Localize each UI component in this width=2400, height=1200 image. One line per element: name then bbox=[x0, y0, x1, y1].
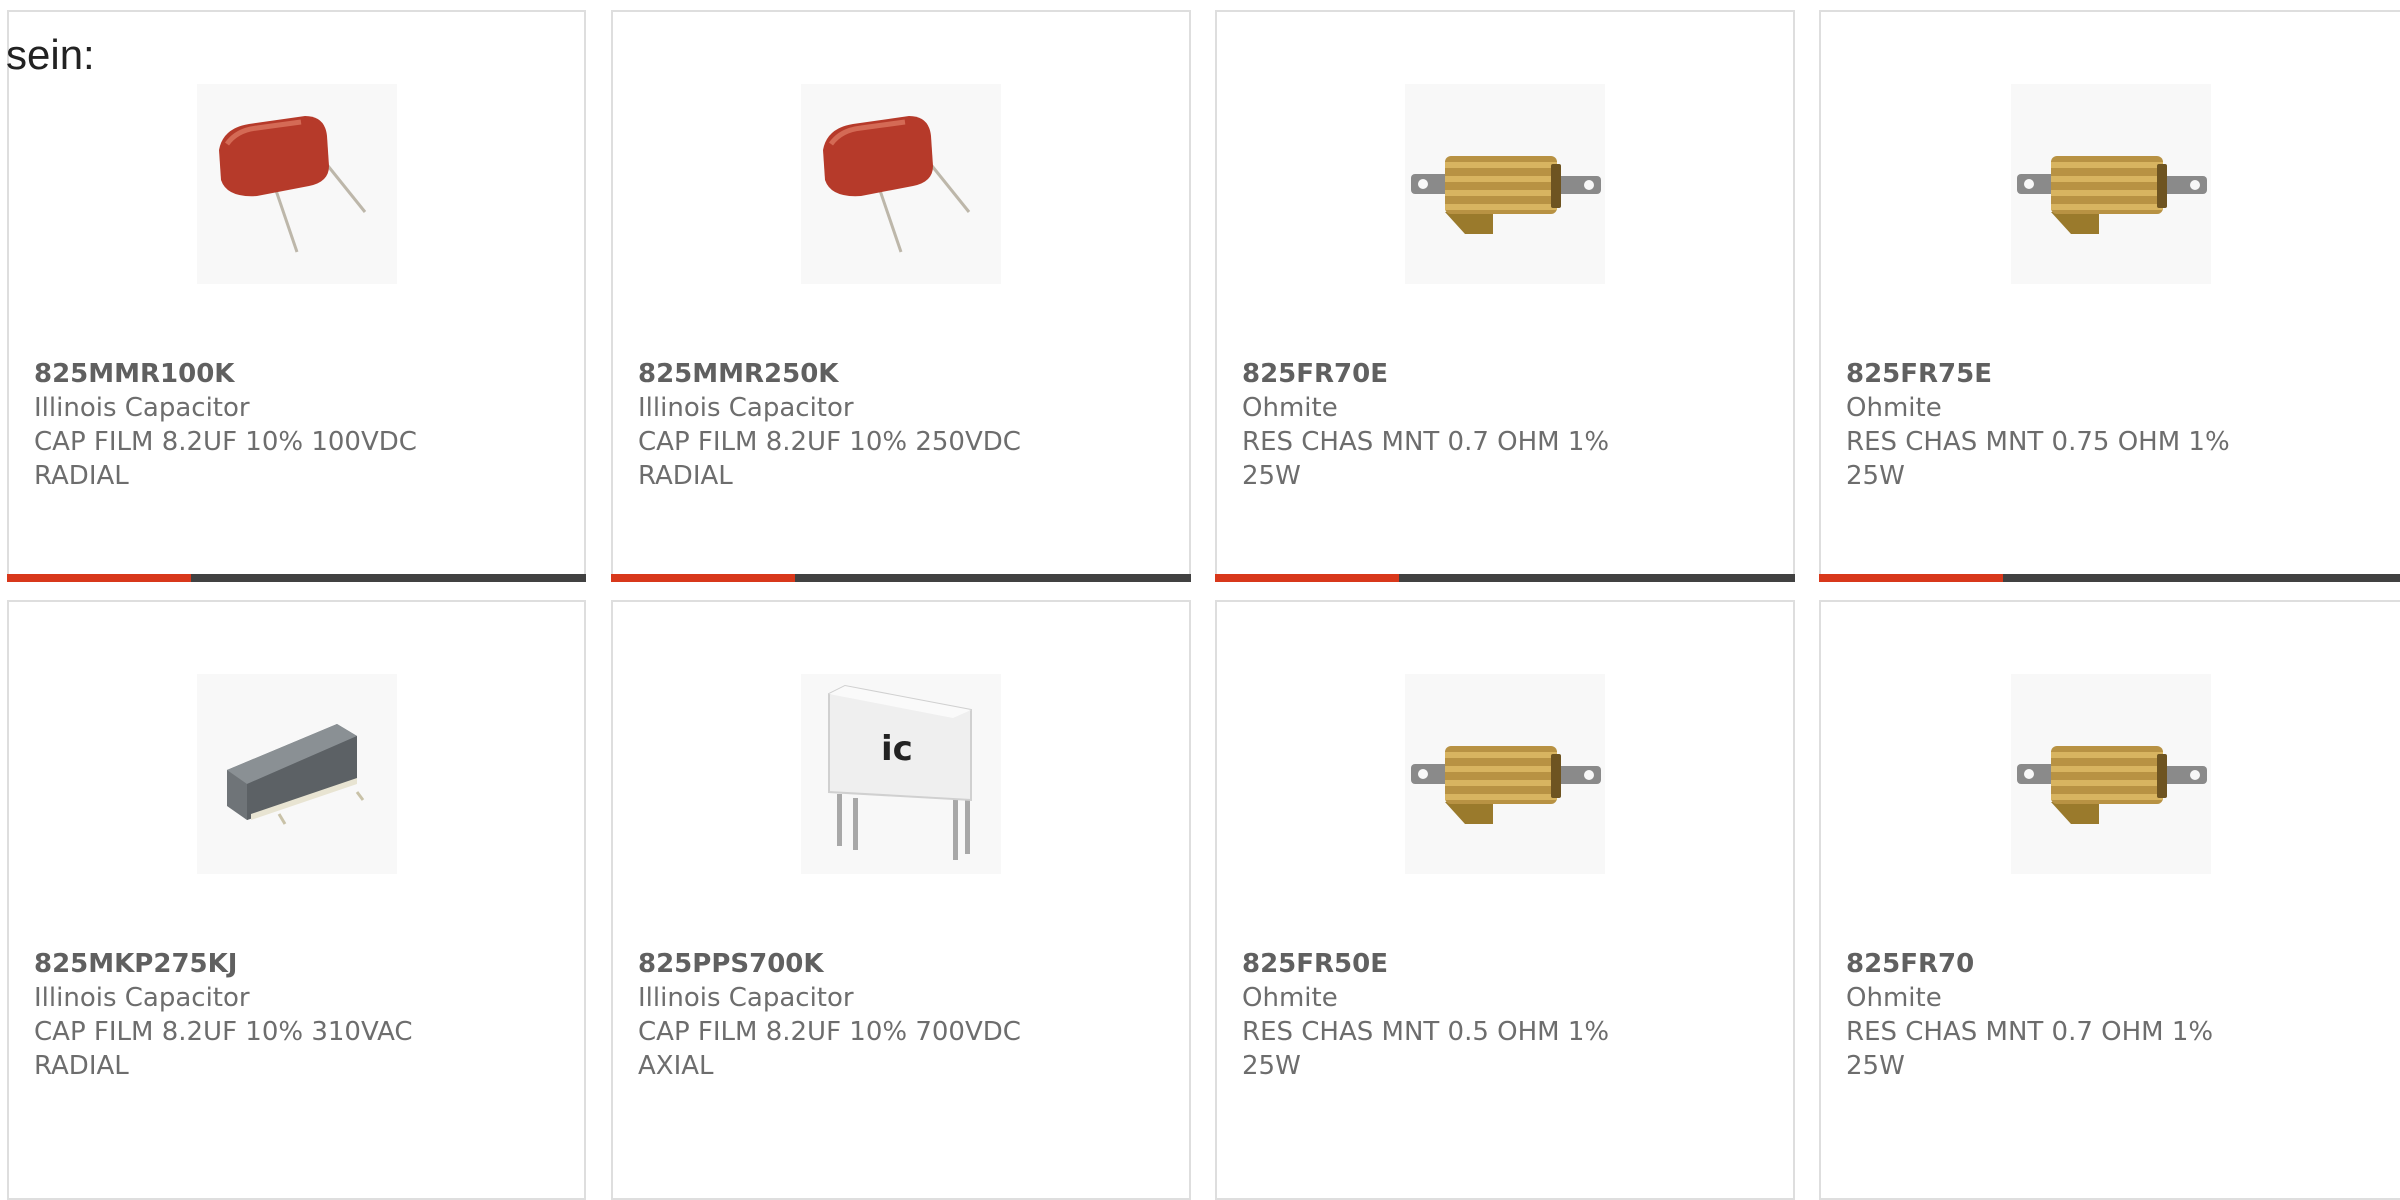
product-card[interactable]: 825FR70E Ohmite RES CHAS MNT 0.7 OHM 1% … bbox=[1215, 10, 1795, 582]
description: RES CHAS MNT 0.75 OHM 1% bbox=[1846, 427, 2230, 457]
product-card[interactable]: 825MKP275KJ Illinois Capacitor CAP FILM … bbox=[7, 600, 586, 1200]
description: RES CHAS MNT 0.7 OHM 1% bbox=[1242, 427, 1610, 457]
accent-bar bbox=[611, 574, 795, 582]
accent-bar bbox=[1215, 574, 1399, 582]
svg-text:ic: ic bbox=[881, 729, 913, 769]
manufacturer: Ohmite bbox=[1242, 393, 1338, 423]
description-line2: AXIAL bbox=[638, 1051, 714, 1081]
manufacturer: Illinois Capacitor bbox=[34, 983, 250, 1013]
part-number[interactable]: 825MMR100K bbox=[34, 357, 534, 391]
description-line2: 25W bbox=[1846, 461, 1905, 491]
manufacturer: Ohmite bbox=[1846, 983, 1942, 1013]
chassis-resistor-icon bbox=[2016, 746, 2207, 824]
description: CAP FILM 8.2UF 10% 700VDC bbox=[638, 1017, 1021, 1047]
box-capacitor-icon: ic bbox=[828, 684, 972, 860]
product-card[interactable]: 825FR70 Ohmite RES CHAS MNT 0.7 OHM 1% 2… bbox=[1819, 600, 2400, 1200]
manufacturer: Illinois Capacitor bbox=[34, 393, 250, 423]
film-capacitor-icon bbox=[823, 116, 971, 253]
part-number[interactable]: 825MKP275KJ bbox=[34, 947, 534, 981]
product-image[interactable]: ic bbox=[801, 674, 1001, 874]
description-line2: 25W bbox=[1846, 1051, 1905, 1081]
product-image[interactable] bbox=[196, 84, 397, 284]
product-image[interactable] bbox=[2010, 84, 2211, 284]
description: CAP FILM 8.2UF 10% 250VDC bbox=[638, 427, 1021, 457]
chassis-resistor-icon bbox=[1411, 156, 1601, 234]
card-bottom-bar bbox=[1819, 574, 2400, 582]
film-capacitor-icon bbox=[218, 116, 366, 253]
chassis-resistor-icon bbox=[1411, 746, 1601, 824]
description-line2: RADIAL bbox=[34, 1051, 129, 1081]
description: CAP FILM 8.2UF 10% 100VDC bbox=[34, 427, 417, 457]
description: RES CHAS MNT 0.7 OHM 1% bbox=[1846, 1017, 2214, 1047]
product-card[interactable]: 825FR75E Ohmite RES CHAS MNT 0.75 OHM 1%… bbox=[1819, 10, 2400, 582]
card-bottom-bar bbox=[611, 574, 1191, 582]
manufacturer: Ohmite bbox=[1846, 393, 1942, 423]
part-number[interactable]: 825FR75E bbox=[1846, 357, 2346, 391]
manufacturer: Illinois Capacitor bbox=[638, 393, 854, 423]
intro-text: sein: bbox=[6, 31, 95, 78]
product-image[interactable] bbox=[1405, 674, 1605, 874]
product-image[interactable] bbox=[196, 674, 397, 874]
manufacturer: Illinois Capacitor bbox=[638, 983, 854, 1013]
part-number[interactable]: 825PPS700K bbox=[638, 947, 1138, 981]
manufacturer: Ohmite bbox=[1242, 983, 1338, 1013]
product-card[interactable]: 825FR50E Ohmite RES CHAS MNT 0.5 OHM 1% … bbox=[1215, 600, 1795, 1200]
part-number[interactable]: 825FR50E bbox=[1242, 947, 1742, 981]
part-number[interactable]: 825FR70 bbox=[1846, 947, 2346, 981]
part-number[interactable]: 825FR70E bbox=[1242, 357, 1742, 391]
product-image[interactable] bbox=[801, 84, 1001, 284]
description: RES CHAS MNT 0.5 OHM 1% bbox=[1242, 1017, 1610, 1047]
description-line2: RADIAL bbox=[34, 461, 129, 491]
product-card[interactable]: 825MMR250K Illinois Capacitor CAP FILM 8… bbox=[611, 10, 1191, 582]
description-line2: RADIAL bbox=[638, 461, 733, 491]
description: CAP FILM 8.2UF 10% 310VAC bbox=[34, 1017, 413, 1047]
card-bottom-bar bbox=[7, 574, 586, 582]
product-card[interactable]: 825MMR100K Illinois Capacitor CAP FILM 8… bbox=[7, 10, 586, 582]
part-number[interactable]: 825MMR250K bbox=[638, 357, 1138, 391]
chassis-resistor-icon bbox=[2016, 156, 2207, 234]
box-capacitor-icon bbox=[226, 724, 364, 825]
product-card[interactable]: ic 825PPS700K Illinois Capacitor CAP FIL… bbox=[611, 600, 1191, 1200]
description-line2: 25W bbox=[1242, 461, 1301, 491]
description-line2: 25W bbox=[1242, 1051, 1301, 1081]
product-image[interactable] bbox=[2010, 674, 2211, 874]
accent-bar bbox=[7, 574, 191, 582]
card-bottom-bar bbox=[1215, 574, 1795, 582]
product-image[interactable] bbox=[1405, 84, 1605, 284]
accent-bar bbox=[1819, 574, 2003, 582]
